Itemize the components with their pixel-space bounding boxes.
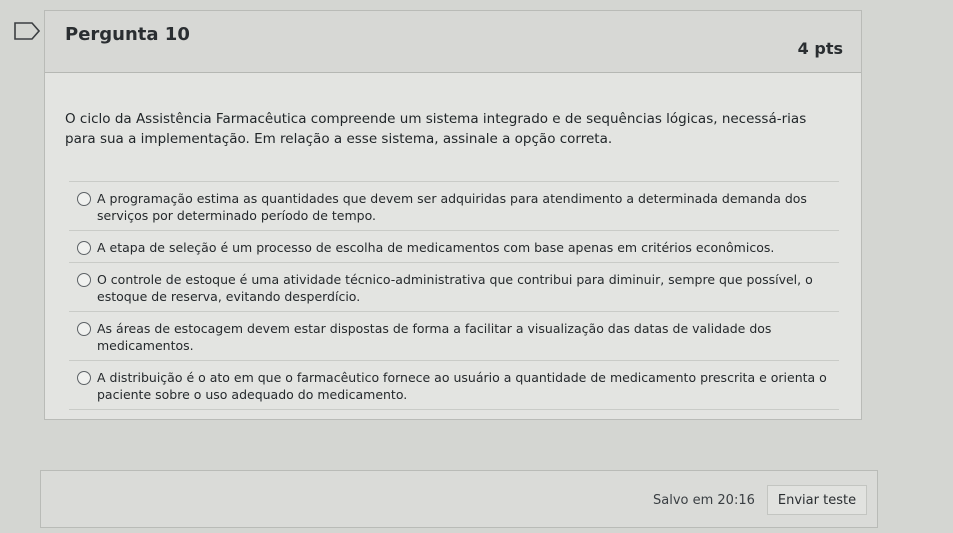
radio-button[interactable] — [77, 371, 91, 385]
radio-button[interactable] — [77, 322, 91, 336]
question-points: 4 pts — [797, 39, 843, 58]
radio-button[interactable] — [77, 273, 91, 287]
answer-option-label: A programação estima as quantidades que … — [97, 191, 807, 223]
answer-option[interactable]: As áreas de estocagem devem estar dispos… — [69, 312, 839, 361]
quiz-page: Pergunta 10 4 pts O ciclo da Assistência… — [0, 0, 953, 533]
radio-button[interactable] — [77, 192, 91, 206]
question-text: O ciclo da Assistência Farmacêutica comp… — [65, 111, 807, 147]
answer-option[interactable]: A programação estima as quantidades que … — [69, 182, 839, 231]
quiz-footer: Salvo em 20:16 Enviar teste — [40, 470, 878, 528]
answer-option-label: O controle de estoque é uma atividade té… — [97, 272, 813, 304]
answer-option-label: A etapa de seleção é um processo de esco… — [97, 240, 775, 255]
radio-button[interactable] — [77, 241, 91, 255]
answer-option[interactable]: A etapa de seleção é um processo de esco… — [69, 231, 839, 263]
question-title: Pergunta 10 — [65, 24, 190, 45]
saved-status: Salvo em 20:16 — [653, 493, 755, 508]
submit-quiz-button[interactable]: Enviar teste — [767, 485, 867, 515]
answer-option-label: A distribuição é o ato em que o farmacêu… — [97, 370, 827, 402]
answer-option[interactable]: A distribuição é o ato em que o farmacêu… — [69, 361, 839, 410]
answer-options: A programação estima as quantidades que … — [69, 181, 839, 410]
answer-option-label: As áreas de estocagem devem estar dispos… — [97, 321, 772, 353]
answer-option[interactable]: O controle de estoque é uma atividade té… — [69, 263, 839, 312]
question-card: Pergunta 10 4 pts O ciclo da Assistência… — [44, 10, 862, 420]
question-header: Pergunta 10 4 pts — [45, 11, 861, 73]
flag-icon[interactable] — [14, 22, 40, 40]
